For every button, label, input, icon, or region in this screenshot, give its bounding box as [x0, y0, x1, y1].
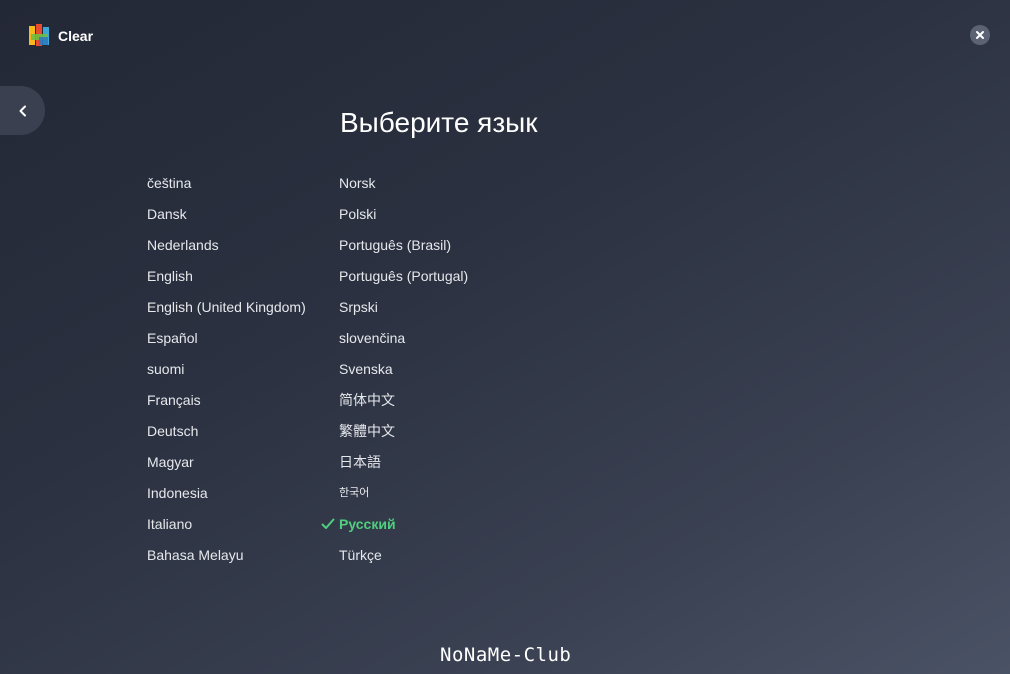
language-option[interactable]: suomi — [147, 357, 306, 388]
language-option[interactable]: Español — [147, 326, 306, 357]
language-option[interactable]: 日本語 — [339, 450, 468, 481]
language-option[interactable]: Deutsch — [147, 419, 306, 450]
language-option[interactable]: Français — [147, 388, 306, 419]
language-option[interactable]: Italiano — [147, 512, 306, 543]
language-option[interactable]: Svenska — [339, 357, 468, 388]
app-name: Clear — [58, 28, 94, 44]
chevron-left-icon — [19, 105, 26, 116]
language-list-right: Norsk Polski Português (Brasil) Portuguê… — [321, 171, 468, 574]
language-option[interactable]: Polski — [339, 202, 468, 233]
language-list-left: čeština Dansk Nederlands English English… — [147, 171, 306, 574]
language-option[interactable]: Türkçe — [339, 543, 468, 574]
page-title: Выберите язык — [340, 107, 538, 138]
checkmark-icon — [321, 518, 335, 529]
language-option[interactable]: 繁體中文 — [339, 419, 468, 450]
language-option[interactable]: Srpski — [339, 295, 468, 326]
language-option[interactable]: Norsk — [339, 171, 468, 202]
language-option[interactable]: 简体中文 — [339, 388, 468, 419]
language-option[interactable]: Bahasa Melayu — [147, 543, 306, 574]
language-option[interactable]: slovenčina — [339, 326, 468, 357]
language-option[interactable]: Português (Brasil) — [339, 233, 468, 264]
language-option[interactable]: Dansk — [147, 202, 306, 233]
language-option[interactable]: Magyar — [147, 450, 306, 481]
language-option[interactable]: Português (Portugal) — [339, 264, 468, 295]
language-option-label: Русский — [339, 516, 396, 532]
language-option[interactable]: čeština — [147, 171, 306, 202]
watermark-text: NoNaMe-Club — [440, 644, 572, 666]
avg-logo-icon — [29, 24, 49, 46]
language-option[interactable]: English (United Kingdom) — [147, 295, 306, 326]
back-button[interactable] — [0, 86, 45, 135]
language-option[interactable]: 한국어 — [339, 481, 468, 512]
language-option-selected[interactable]: Русский — [321, 512, 468, 543]
language-option[interactable]: Indonesia — [147, 481, 306, 512]
language-option[interactable]: Nederlands — [147, 233, 306, 264]
language-option[interactable]: English — [147, 264, 306, 295]
close-icon — [976, 31, 984, 39]
close-button[interactable] — [970, 25, 990, 45]
